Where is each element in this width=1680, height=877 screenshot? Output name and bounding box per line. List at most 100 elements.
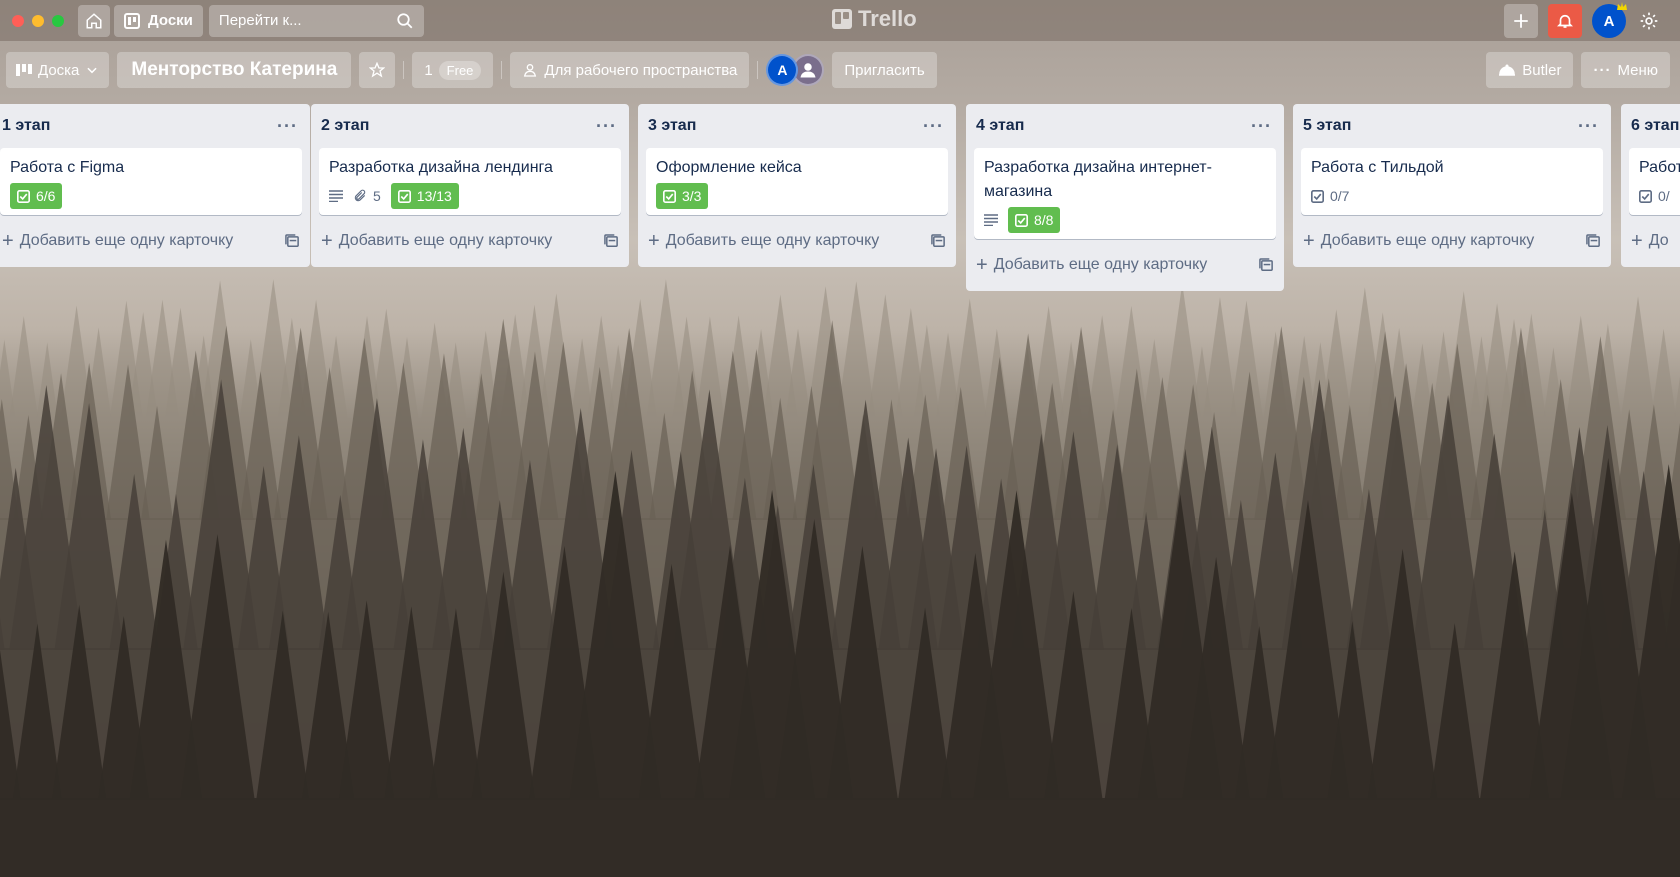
account-avatar-initial: A <box>1603 12 1615 30</box>
menu-button[interactable]: ··· Меню <box>1581 52 1670 88</box>
card[interactable]: Работа с Тильдой 0/7 <box>1301 148 1603 215</box>
list-header[interactable]: 1 этап ··· <box>0 104 302 148</box>
notifications-button[interactable] <box>1548 4 1582 38</box>
paperclip-icon <box>354 189 366 202</box>
logo-text: Trello <box>858 6 917 31</box>
more-icon: ··· <box>1593 61 1612 79</box>
checklist-count: 0/7 <box>1330 188 1350 204</box>
view-switcher-button[interactable]: Доска <box>6 52 110 88</box>
list-menu-icon[interactable]: ··· <box>1251 116 1272 137</box>
plus-icon: + <box>321 229 333 252</box>
settings-button[interactable] <box>1632 4 1666 38</box>
tree-shape <box>952 298 987 420</box>
list-header[interactable]: 4 этап ··· <box>974 104 1276 148</box>
list-menu-icon[interactable]: ··· <box>277 116 298 137</box>
list-title[interactable]: 5 этап <box>1303 117 1351 135</box>
chevron-down-icon <box>87 67 98 74</box>
list-title[interactable]: 4 этап <box>976 117 1024 135</box>
add-card-label: До <box>1648 232 1669 249</box>
add-card-button[interactable]: + Добавить еще одну карточку <box>319 223 621 259</box>
checklist-badge: 8/8 <box>1008 207 1061 233</box>
list-menu-icon[interactable]: ··· <box>923 116 944 137</box>
card[interactable]: Работа 0/ <box>1629 148 1680 215</box>
add-card-button[interactable]: + Добавить еще одну карточку <box>646 223 948 259</box>
add-card-label: Добавить еще одну карточку <box>19 232 234 249</box>
board-members: A <box>766 54 825 86</box>
member-count: 1 <box>424 61 433 79</box>
card-template-icon[interactable] <box>604 233 619 249</box>
list-header[interactable]: 6 этап <box>1629 104 1680 148</box>
list: 5 этап ··· Работа с Тильдой 0/7 + Добавит… <box>1293 104 1611 267</box>
list-menu-icon[interactable]: ··· <box>1578 116 1599 137</box>
visibility-label: Для рабочего пространства <box>544 61 738 79</box>
boards-button[interactable]: Доски <box>114 4 203 37</box>
star-icon <box>369 62 386 78</box>
card[interactable]: Работа с Figma 6/6 <box>0 148 302 215</box>
list-header[interactable]: 2 этап ··· <box>319 104 621 148</box>
card-badges: 3/3 <box>656 183 938 209</box>
checklist-badge: 0/7 <box>1311 188 1349 204</box>
plus-icon: + <box>2 229 14 252</box>
plus-icon: + <box>1303 229 1315 252</box>
trello-logo[interactable]: Trello <box>832 6 917 32</box>
card[interactable]: Разработка дизайна интернет-магазина 8/8 <box>974 148 1276 239</box>
minimize-window-button[interactable] <box>32 14 44 27</box>
search-box[interactable] <box>208 4 424 37</box>
list-header[interactable]: 3 этап ··· <box>646 104 948 148</box>
add-card-label: Добавить еще одну карточку <box>993 256 1208 273</box>
window-controls <box>12 14 64 27</box>
member-avatar-initial: A <box>777 62 788 78</box>
card-badges: 8/8 <box>984 207 1266 233</box>
tree-shape <box>370 308 402 420</box>
card-template-icon[interactable] <box>1586 233 1601 249</box>
add-card-button[interactable]: + Добавить еще одну карточку <box>0 223 302 259</box>
search-input[interactable] <box>218 12 389 29</box>
butler-button[interactable]: Butler <box>1486 52 1574 88</box>
list: 2 этап ··· Разработка дизайна лендинга 5… <box>311 104 629 267</box>
add-card-button[interactable]: + Добавить еще одну карточку <box>974 247 1276 283</box>
zoom-window-button[interactable] <box>52 14 64 27</box>
list-title[interactable]: 1 этап <box>2 117 50 135</box>
card[interactable]: Оформление кейса 3/3 <box>646 148 948 215</box>
add-card-label: Добавить еще одну карточку <box>665 232 880 249</box>
list-title[interactable]: 3 этап <box>648 117 696 135</box>
member-avatar[interactable]: A <box>766 54 799 86</box>
card[interactable]: Разработка дизайна лендинга 5 13/13 <box>319 148 621 215</box>
add-card-button[interactable]: + Добавить еще одну карточку <box>1301 223 1603 259</box>
tree-shape <box>9 316 39 420</box>
workspace-plan-button[interactable]: 1 Free <box>412 52 494 88</box>
butler-icon <box>1499 64 1516 76</box>
list-title[interactable]: 2 этап <box>321 117 369 135</box>
card-badges: 0/ <box>1639 183 1679 209</box>
add-card-button[interactable]: + До <box>1629 223 1680 259</box>
card-title: Оформление кейса <box>656 159 802 176</box>
create-button[interactable] <box>1504 4 1538 38</box>
board-header: Доска Менторство Катерина 1 Free Для раб… <box>0 50 1680 90</box>
plus-icon: + <box>648 229 660 252</box>
invite-button[interactable]: Пригласить <box>832 52 937 88</box>
list-menu-icon[interactable]: ··· <box>596 116 617 137</box>
close-window-button[interactable] <box>12 14 24 27</box>
card-template-icon[interactable] <box>931 233 946 249</box>
visibility-button[interactable]: Для рабочего пространства <box>510 52 750 88</box>
board-view-icon <box>16 64 32 76</box>
top-bar: Доски Trello A <box>0 0 1680 41</box>
board-lists: 1 этап ··· Работа с Figma 6/6 + Добавить … <box>0 104 1680 304</box>
list-title[interactable]: 6 этап <box>1631 117 1679 135</box>
checklist-badge: 13/13 <box>390 183 459 209</box>
list-header[interactable]: 5 этап ··· <box>1301 104 1603 148</box>
separator <box>501 61 503 79</box>
list: 6 этап Работа 0/ + До <box>1621 104 1680 267</box>
tree-shape <box>1202 297 1238 420</box>
card-template-icon[interactable] <box>285 233 300 249</box>
account-avatar[interactable]: A <box>1592 2 1627 38</box>
card-template-icon[interactable] <box>1259 257 1274 273</box>
home-button[interactable] <box>78 4 110 37</box>
board-title[interactable]: Менторство Катерина <box>117 52 352 88</box>
add-card-label: Добавить еще одну карточку <box>338 232 553 249</box>
checklist-badge: 6/6 <box>10 183 63 209</box>
user-icon <box>800 63 816 78</box>
list: 4 этап ··· Разработка дизайна интернет-м… <box>966 104 1284 291</box>
tree-shape <box>867 294 903 420</box>
star-button[interactable] <box>359 52 396 88</box>
